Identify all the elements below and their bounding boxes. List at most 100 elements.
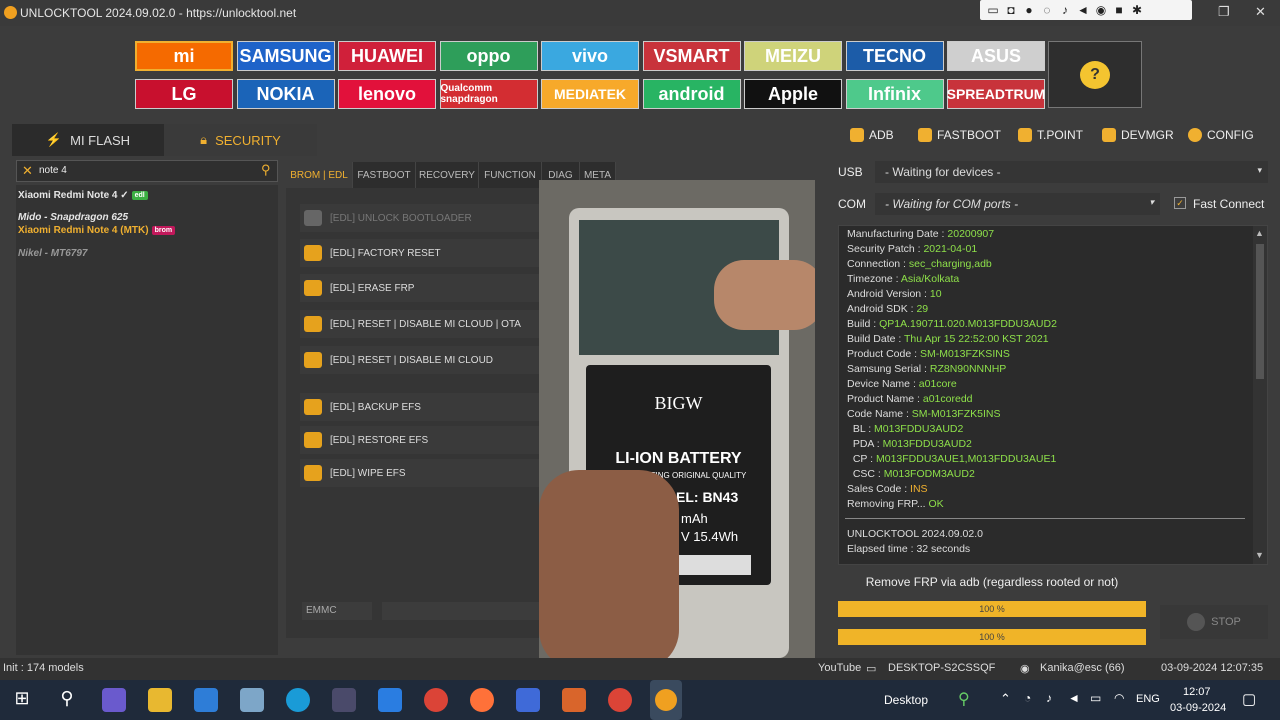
- help-button[interactable]: ?: [1048, 41, 1142, 108]
- firefox-icon[interactable]: [470, 688, 494, 712]
- function-button[interactable]: [EDL] RESTORE EFS: [300, 426, 540, 454]
- restore-icon[interactable]: ❐: [1218, 4, 1230, 20]
- search-icon[interactable]: ⚲: [261, 162, 271, 178]
- clock-time[interactable]: 12:07: [1183, 686, 1211, 698]
- brand-button-huawei[interactable]: HUAWEI: [338, 41, 436, 71]
- search-icon[interactable]: ⚲: [55, 688, 79, 712]
- brand-button-samsung[interactable]: SAMSUNG: [236, 41, 335, 71]
- tab-fastboot[interactable]: FASTBOOT: [353, 162, 416, 188]
- chrome-icon[interactable]: [424, 688, 448, 712]
- brand-button-android[interactable]: android: [642, 79, 741, 109]
- brand-button-mi[interactable]: mi: [135, 41, 233, 71]
- com-select[interactable]: - Waiting for COM ports - ▾: [875, 193, 1160, 215]
- brand-button-tecno[interactable]: TECNO: [845, 41, 944, 71]
- speaker-icon[interactable]: ◄: [1068, 691, 1080, 705]
- gear-icon: [1188, 128, 1202, 142]
- search-input[interactable]: note 4: [39, 165, 67, 176]
- log-key: Manufacturing Date :: [847, 228, 948, 240]
- wifi-icon[interactable]: ◔: [1024, 691, 1031, 705]
- camera-icon[interactable]: ◘: [1004, 3, 1018, 17]
- tab-adb[interactable]: ADB: [850, 128, 894, 142]
- brand-button-lenovo[interactable]: lenovo: [338, 79, 436, 109]
- brand-button-vsmart[interactable]: VSMART: [642, 41, 741, 71]
- tab-security[interactable]: 🔒︎ SECURITY: [164, 124, 317, 156]
- brand-button-apple[interactable]: Apple: [744, 79, 842, 109]
- mail-icon[interactable]: [378, 688, 402, 712]
- devices-icon: [1102, 128, 1116, 142]
- fast-connect-checkbox[interactable]: ✓: [1174, 197, 1186, 209]
- brand-button-spreadtrum[interactable]: SPREADTRUM: [947, 79, 1045, 109]
- function-button[interactable]: [EDL] UNLOCK BOOTLOADER: [300, 204, 540, 232]
- tab-config[interactable]: CONFIG: [1188, 128, 1254, 142]
- close-icon[interactable]: ✕: [1255, 4, 1266, 20]
- mic-icon[interactable]: ♪: [1046, 691, 1052, 705]
- recording-toolbar[interactable]: ▭ ◘ ● ◌ ♪ ◄ ◉ ■ ✱: [980, 0, 1192, 20]
- model-search[interactable]: ✕ note 4 ⚲: [16, 160, 278, 182]
- store-icon[interactable]: [194, 688, 218, 712]
- gear-icon[interactable]: ✱: [1130, 3, 1144, 17]
- tab-recovery[interactable]: RECOVERY: [416, 162, 479, 188]
- tab-mi-flash[interactable]: ⚡ MI FLASH: [12, 124, 164, 156]
- log-version: UNLOCKTOOL 2024.09.02.0: [847, 528, 983, 540]
- function-button[interactable]: [EDL] FACTORY RESET: [300, 239, 540, 267]
- mic-icon[interactable]: ♪: [1058, 3, 1072, 17]
- function-button[interactable]: [EDL] WIPE EFS: [300, 459, 540, 487]
- battery-icon[interactable]: ▭: [1090, 691, 1101, 705]
- speaker-icon[interactable]: ◄: [1076, 3, 1090, 17]
- brand-button-meizu[interactable]: MEIZU: [744, 41, 842, 71]
- function-button[interactable]: [EDL] RESET | DISABLE MI CLOUD: [300, 346, 540, 374]
- model-name: Xiaomi Redmi Note 4 ✓: [18, 190, 129, 201]
- file-explorer-icon[interactable]: [148, 688, 172, 712]
- notification-icon[interactable]: ▢: [1242, 690, 1256, 708]
- app-icon[interactable]: [332, 688, 356, 712]
- language-indicator[interactable]: ENG: [1136, 693, 1160, 705]
- wifi-signal-icon[interactable]: ◠: [1114, 691, 1124, 705]
- brand-button-lg[interactable]: LG: [135, 79, 233, 109]
- log-key: Product Name :: [847, 393, 923, 405]
- model-list-item[interactable]: Xiaomi Redmi Note 4 (MTK) brom: [18, 225, 176, 236]
- unlocktool-taskbar-item[interactable]: [650, 680, 682, 720]
- app-icon[interactable]: [562, 688, 586, 712]
- tab-fastboot[interactable]: FASTBOOT: [918, 128, 1001, 142]
- usb-select[interactable]: - Waiting for devices - ▾: [875, 161, 1268, 183]
- monitor-icon[interactable]: ▭: [986, 3, 1000, 17]
- app-icon[interactable]: [516, 688, 540, 712]
- brand-button-infinix[interactable]: Infinix: [845, 79, 944, 109]
- brand-button-mediatek[interactable]: MEDIATEK: [541, 79, 639, 109]
- clock-date[interactable]: 03-09-2024: [1170, 702, 1226, 714]
- chrome-icon[interactable]: [608, 688, 632, 712]
- copilot-icon[interactable]: [102, 688, 126, 712]
- brand-button-qualcomm-snapdragon[interactable]: Qualcomm snapdragon: [439, 79, 538, 109]
- log-scrollbar[interactable]: ▲ ▼: [1253, 226, 1267, 564]
- function-button[interactable]: [EDL] BACKUP EFS: [300, 393, 540, 421]
- desktop-toolbar[interactable]: Desktop: [884, 693, 928, 707]
- screen-icon[interactable]: ■: [1112, 3, 1126, 17]
- brand-button-asus[interactable]: ASUS: [947, 41, 1045, 71]
- chevron-up-icon[interactable]: ⌃: [1000, 691, 1011, 707]
- function-button[interactable]: [EDL] ERASE FRP: [300, 274, 540, 302]
- scroll-up-icon[interactable]: ▲: [1255, 228, 1264, 238]
- stop-button[interactable]: STOP: [1160, 605, 1268, 639]
- windows-start-icon[interactable]: ⊞: [10, 688, 34, 712]
- clear-icon[interactable]: ✕: [22, 163, 33, 179]
- model-list-item[interactable]: Xiaomi Redmi Note 4 ✓ edl: [18, 190, 148, 201]
- model-list-item[interactable]: Mido - Snapdragon 625: [18, 212, 128, 223]
- brand-button-nokia[interactable]: NOKIA: [236, 79, 335, 109]
- tab-brom-edl[interactable]: BROM | EDL: [286, 162, 353, 188]
- network-status-icon[interactable]: ⚲: [958, 689, 970, 709]
- brand-button-vivo[interactable]: vivo: [541, 41, 639, 71]
- edge-icon[interactable]: [286, 688, 310, 712]
- webcam-icon[interactable]: ◉: [1094, 3, 1108, 17]
- brand-button-oppo[interactable]: oppo: [439, 41, 538, 71]
- notepad-icon[interactable]: [240, 688, 264, 712]
- tab-tpoint[interactable]: T.POINT: [1018, 128, 1083, 142]
- tab-function[interactable]: FUNCTION: [479, 162, 542, 188]
- record-icon[interactable]: ●: [1022, 3, 1036, 17]
- user-icon: ◉: [1020, 663, 1030, 675]
- function-button[interactable]: [EDL] RESET | DISABLE MI CLOUD | OTA: [300, 310, 540, 338]
- model-list-item[interactable]: Nikel - MT6797: [18, 248, 87, 259]
- status-youtube: YouTube: [818, 662, 862, 674]
- scroll-down-icon[interactable]: ▼: [1255, 550, 1264, 560]
- tab-devmgr[interactable]: DEVMGR: [1102, 128, 1174, 142]
- scroll-thumb[interactable]: [1256, 244, 1264, 379]
